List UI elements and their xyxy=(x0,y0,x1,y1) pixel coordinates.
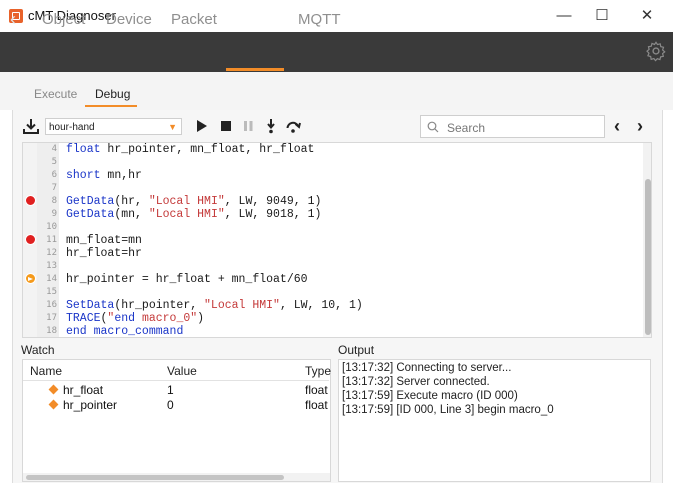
line-number: 9 xyxy=(51,209,57,219)
chevron-down-icon: ▼ xyxy=(168,122,177,132)
code-line[interactable]: 9 GetData(mn, "Local HMI", LW, 9018, 1) xyxy=(23,208,643,221)
code-line[interactable]: 14 hr_pointer = hr_float + mn_float/60 xyxy=(23,273,643,286)
line-number: 8 xyxy=(51,196,57,206)
watch-column-value[interactable]: Value xyxy=(167,364,197,378)
code-text: mn_float=mn xyxy=(66,234,142,247)
line-number: 10 xyxy=(46,222,57,232)
download-icon[interactable] xyxy=(22,117,40,135)
back-arrow-icon[interactable]: ‹ xyxy=(10,9,16,30)
code-line[interactable]: 4 float hr_pointer, mn_float, hr_float xyxy=(23,143,643,156)
find-previous-button[interactable]: ‹ xyxy=(614,116,620,137)
step-over-icon[interactable] xyxy=(285,118,301,134)
play-icon[interactable] xyxy=(194,118,210,134)
code-line[interactable]: 17 TRACE("end macro_0") xyxy=(23,312,643,325)
code-line[interactable]: 5 xyxy=(23,156,643,169)
macro-select[interactable]: hour-hand ▼ xyxy=(45,118,182,135)
output-line: [13:17:32] Connecting to server... xyxy=(342,362,512,374)
output-line: [13:17:59] [ID 000, Line 3] begin macro_… xyxy=(342,404,554,416)
watch-header-divider xyxy=(23,380,329,381)
code-text: SetData(hr_pointer, "Local HMI", LW, 10,… xyxy=(66,299,363,312)
code-editor[interactable]: 4 float hr_pointer, mn_float, hr_float 5 6 s… xyxy=(22,142,652,338)
gear-icon[interactable] xyxy=(645,40,667,62)
active-subtab-indicator xyxy=(85,105,137,107)
output-line: [13:17:59] Execute macro (ID 000) xyxy=(342,390,518,402)
maximize-button[interactable]: ☐ xyxy=(579,0,625,32)
active-tab-indicator xyxy=(226,68,284,71)
code-line[interactable]: 11 mn_float=mn xyxy=(23,234,643,247)
pause-icon[interactable] xyxy=(240,118,256,134)
output-panel-title: Output xyxy=(338,343,375,357)
watch-scrollbar-thumb[interactable] xyxy=(26,475,284,480)
line-number: 17 xyxy=(46,313,57,323)
line-number: 7 xyxy=(51,183,57,193)
subtab-execute[interactable]: Execute xyxy=(34,87,77,101)
watch-row-name: hr_pointer xyxy=(63,398,118,412)
subtab-debug[interactable]: Debug xyxy=(95,87,130,101)
main-nav-bar xyxy=(0,32,673,72)
line-number: 13 xyxy=(46,261,57,271)
stop-icon[interactable] xyxy=(218,118,234,134)
watch-panel-title: Watch xyxy=(21,343,55,357)
editor-scrollbar-thumb[interactable] xyxy=(645,179,651,335)
code-line[interactable]: 18 end macro_command xyxy=(23,325,643,338)
output-line: [13:17:32] Server connected. xyxy=(342,376,490,388)
line-number: 16 xyxy=(46,300,57,310)
nav-tab-packet[interactable]: Packet xyxy=(171,11,217,28)
code-line[interactable]: 8 GetData(hr, "Local HMI", LW, 9049, 1) xyxy=(23,195,643,208)
code-line[interactable]: 6 short mn,hr xyxy=(23,169,643,182)
line-number: 15 xyxy=(46,287,57,297)
line-number: 18 xyxy=(46,326,57,336)
current-line-arrow-icon[interactable] xyxy=(25,273,36,284)
watch-row-type: float xyxy=(305,383,328,397)
watch-row-value: 0 xyxy=(167,398,174,412)
search-box xyxy=(420,115,605,138)
step-into-icon[interactable] xyxy=(263,118,279,134)
search-icon xyxy=(427,121,439,133)
code-text: hr_pointer = hr_float + mn_float/60 xyxy=(66,273,308,286)
code-text: GetData(mn, "Local HMI", LW, 9018, 1) xyxy=(66,208,322,221)
nav-tab-object[interactable]: Object xyxy=(42,11,85,28)
nav-tab-mqtt[interactable]: MQTT xyxy=(298,11,341,28)
watch-row-type: float xyxy=(305,398,328,412)
breakpoint-icon[interactable] xyxy=(25,195,36,206)
line-number: 6 xyxy=(51,170,57,180)
line-number: 5 xyxy=(51,157,57,167)
breakpoint-icon[interactable] xyxy=(25,234,36,245)
code-line[interactable]: 15 xyxy=(23,286,643,299)
code-text: end macro_command xyxy=(66,325,184,338)
watch-column-name[interactable]: Name xyxy=(30,364,62,378)
code-text: GetData(hr, "Local HMI", LW, 9049, 1) xyxy=(66,195,322,208)
code-text: TRACE("end macro_0") xyxy=(66,312,205,325)
macro-select-value: hour-hand xyxy=(49,122,95,133)
close-button[interactable]: ✕ xyxy=(624,0,670,32)
code-line[interactable]: 10 xyxy=(23,221,643,234)
nav-tab-macro[interactable]: Macro xyxy=(235,11,277,28)
line-number: 12 xyxy=(46,248,57,258)
code-line[interactable]: 12 hr_float=hr xyxy=(23,247,643,260)
line-number: 11 xyxy=(46,235,57,245)
code-line[interactable]: 16 SetData(hr_pointer, "Local HMI", LW, 1… xyxy=(23,299,643,312)
line-number: 4 xyxy=(51,144,57,154)
code-text: hr_float=hr xyxy=(66,247,142,260)
code-line[interactable]: 7 xyxy=(23,182,643,195)
watch-row-name: hr_float xyxy=(63,383,104,397)
find-next-button[interactable]: › xyxy=(637,116,643,137)
code-text: float hr_pointer, mn_float, hr_float xyxy=(66,143,315,156)
code-line[interactable]: 13 xyxy=(23,260,643,273)
code-text: short mn,hr xyxy=(66,169,142,182)
search-input[interactable] xyxy=(445,119,599,137)
watch-row-value: 1 xyxy=(167,383,174,397)
nav-tab-device[interactable]: Device xyxy=(106,11,152,28)
watch-column-type[interactable]: Type xyxy=(305,364,331,378)
line-number: 14 xyxy=(46,274,57,284)
